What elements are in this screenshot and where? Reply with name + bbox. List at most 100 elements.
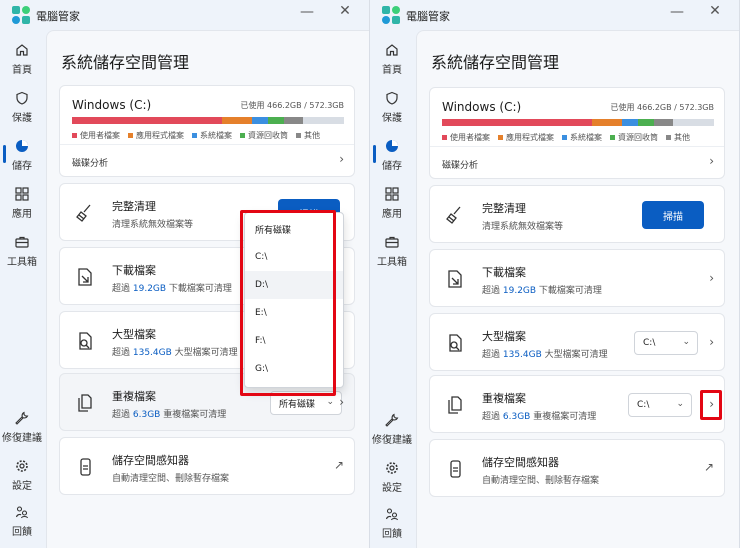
bar-recycle-bin [267,117,285,124]
window-left: 電腦管家 — ✕ 首頁 保護 儲存 應用 工具箱 修復建議 設定 回饋 系統儲存… [0,0,370,548]
chevron-right-icon[interactable]: › [709,154,714,168]
nav-storage[interactable]: 儲存 [370,132,414,176]
duplicate-files-card[interactable]: 重複檔案 超過 6.3GB 重複檔案可清理 C:\ ⌄ › [429,375,725,433]
home-icon [13,41,31,59]
drive-select-value: C:\ [643,338,656,348]
window-right: 電腦管家 — ✕ 首頁 保護 儲存 應用 工具箱 修復建議 設定 回饋 系統儲存… [370,0,740,548]
apps-grid-icon [383,185,401,203]
storage-sense-card[interactable]: 儲存空間感知器 自動清理空間、刪除暫存檔案 ↗ [59,437,355,495]
shield-icon [13,89,31,107]
cleanup-subtitle: 清理系統無效檔案等 [482,222,564,232]
legend-user-files: 使用者檔案 [80,131,120,140]
storage-sense-subtitle: 自動清理空間、刪除暫存檔案 [112,474,230,484]
pie-chart-icon [13,137,31,155]
home-icon [383,41,401,59]
scan-button[interactable]: 掃描 [642,201,704,229]
broom-icon [74,202,96,224]
minimize-button[interactable]: — [297,4,317,20]
nav-repair[interactable]: 修復建議 [0,404,44,448]
nav-settings[interactable]: 設定 [0,452,44,496]
nav-repair[interactable]: 修復建議 [370,406,414,450]
duplicate-file-icon [74,392,96,414]
chevron-right-icon[interactable]: › [709,397,714,411]
downloads-subtitle: 超過 19.2GB 下載檔案可清理 [112,284,232,294]
chevron-right-icon[interactable]: › [339,395,344,409]
nav-storage[interactable]: 儲存 [0,132,44,176]
drive-select-value: 所有磁碟 [279,399,316,410]
sidebar: 首頁 保護 儲存 應用 工具箱 修復建議 設定 回饋 [0,34,44,548]
page-title: 系統儲存空間管理 [431,53,560,72]
nav-home[interactable]: 首頁 [0,36,44,80]
nav-home-label: 首頁 [382,64,402,76]
nav-feedback[interactable]: 回饋 [0,498,44,542]
downloads-title: 下載檔案 [112,264,156,277]
close-button[interactable]: ✕ [705,3,725,19]
bar-recycle-bin [637,119,655,126]
storage-legend: 使用者檔案 應用程式檔案 系統檔案 資源回收筒 其他 [442,132,690,143]
nav-settings-label: 設定 [12,480,32,492]
legend-other: 其他 [674,133,690,142]
nav-protect[interactable]: 保護 [370,84,414,128]
nav-repair-label: 修復建議 [2,432,42,444]
drive-used: 已使用 466.2GB / 572.3GB [610,103,714,112]
minimize-button[interactable]: — [667,4,687,20]
storage-sense-title: 儲存空間感知器 [482,456,559,469]
large-files-subtitle: 超過 135.4GB 大型檔案可清理 [482,350,608,360]
drive-select[interactable]: C:\ ⌄ [634,331,698,355]
drive-select-value: C:\ [637,400,650,410]
drive-used: 已使用 466.2GB / 572.3GB [240,101,344,110]
nav-toolbox[interactable]: 工具箱 [0,228,44,272]
downloads-card[interactable]: 下載檔案 超過 19.2GB 下載檔案可清理 › [429,249,725,307]
disk-analysis-link[interactable]: 磁碟分析 [72,156,108,169]
app-title: 電腦管家 [406,10,450,23]
external-link-icon[interactable]: ↗ [334,458,344,472]
dropdown-option[interactable]: C:\ [245,243,343,271]
dropdown-option[interactable]: 所有磁碟 [245,215,343,243]
cleanup-subtitle: 清理系統無效檔案等 [112,220,194,230]
large-files-title: 大型檔案 [482,330,526,343]
phone-device-icon [444,458,466,480]
storage-sense-card[interactable]: 儲存空間感知器 自動清理空間、刪除暫存檔案 ↗ [429,439,725,497]
legend-system-files: 系統檔案 [570,133,602,142]
nav-feedback[interactable]: 回饋 [370,500,414,544]
close-button[interactable]: ✕ [335,3,355,19]
chevron-right-icon[interactable]: › [709,271,714,285]
drive-name: Windows (C:) [442,100,522,114]
nav-home[interactable]: 首頁 [370,36,414,80]
dropdown-option[interactable]: F:\ [245,327,343,355]
divider [430,146,724,147]
duplicate-file-icon [444,394,466,416]
disk-analysis-link[interactable]: 磁碟分析 [442,158,478,171]
chevron-right-icon[interactable]: › [339,152,344,166]
chevron-right-icon[interactable]: › [709,335,714,349]
drive-dropdown-menu: 所有磁碟 C:\ D:\ E:\ F:\ G:\ [244,212,344,388]
broom-icon [444,204,466,226]
wrench-icon [13,409,31,427]
main-content: 系統儲存空間管理 Windows (C:) 已使用 466.2GB / 572.… [416,30,739,548]
dropdown-option[interactable]: D:\ [245,271,343,299]
large-files-card[interactable]: 大型檔案 超過 135.4GB 大型檔案可清理 C:\ ⌄ › [429,313,725,371]
bar-app-files [221,117,252,124]
drive-select[interactable]: C:\ ⌄ [628,393,692,417]
nav-protect[interactable]: 保護 [0,84,44,128]
bar-user-files [442,119,592,126]
nav-storage-label: 儲存 [382,160,402,172]
legend-recycle-bin: 資源回收筒 [618,133,658,142]
legend-user-files: 使用者檔案 [450,133,490,142]
nav-apps[interactable]: 應用 [0,180,44,224]
dropdown-option[interactable]: G:\ [245,355,343,383]
feedback-people-icon [383,505,401,523]
storage-sense-subtitle: 自動清理空間、刪除暫存檔案 [482,476,600,486]
legend-app-files: 應用程式檔案 [136,131,184,140]
drive-select[interactable]: 所有磁碟 ⌄ [270,391,342,415]
nav-settings[interactable]: 設定 [370,454,414,498]
nav-apps[interactable]: 應用 [370,180,414,224]
duplicate-files-title: 重複檔案 [482,392,526,405]
nav-toolbox[interactable]: 工具箱 [370,228,414,272]
feedback-people-icon [13,503,31,521]
bar-system-files [251,117,268,124]
external-link-icon[interactable]: ↗ [704,460,714,474]
dropdown-option[interactable]: E:\ [245,299,343,327]
download-file-icon [444,268,466,290]
file-search-icon [74,330,96,352]
